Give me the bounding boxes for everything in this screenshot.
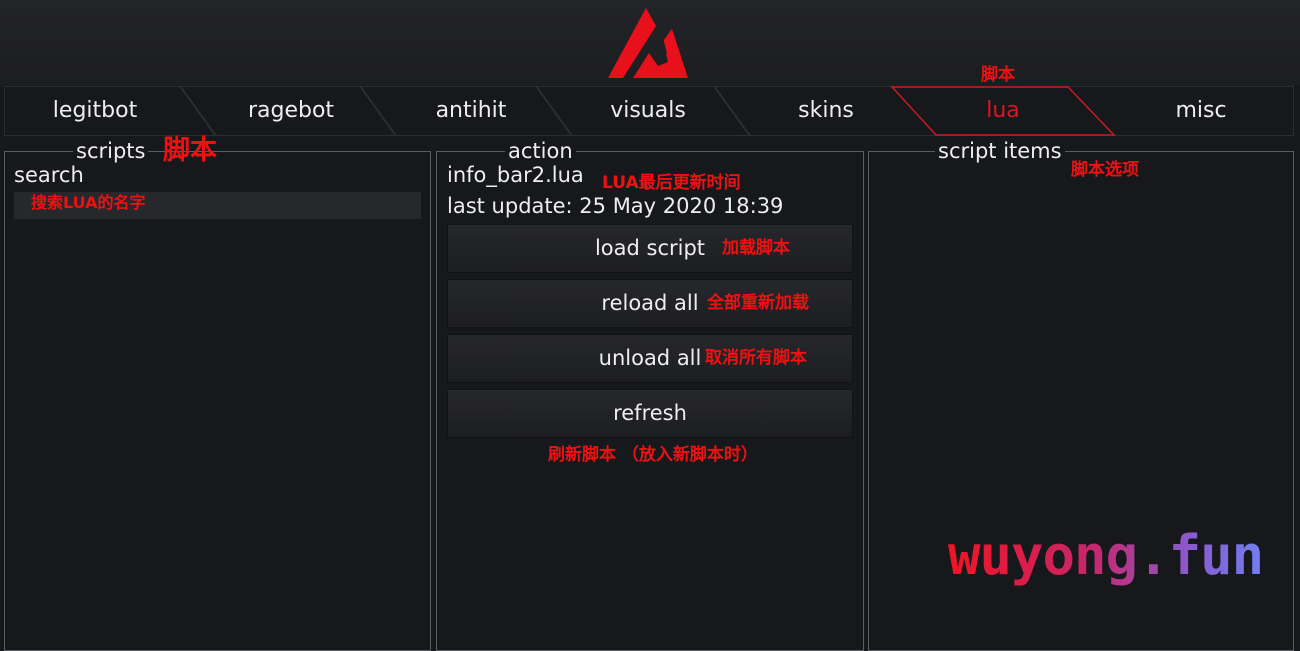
scripts-panel-title: scripts xyxy=(73,139,149,163)
search-annotation: 搜索LUA的名字 xyxy=(31,193,146,212)
tab-skins[interactable]: skins xyxy=(735,86,917,136)
tab-lua[interactable]: lua xyxy=(912,86,1094,136)
header xyxy=(0,0,1300,86)
script-items-panel-title: script items xyxy=(935,139,1065,163)
scripts-title-annotation: 脚本 xyxy=(163,135,217,166)
unload-all-label: unload all xyxy=(598,346,702,370)
tab-ragebot[interactable]: ragebot xyxy=(200,86,382,136)
tab-legitbot[interactable]: legitbot xyxy=(4,86,186,136)
action-panel: action info_bar2.lua LUA最后更新时间 last upda… xyxy=(436,139,864,651)
action-panel-title: action xyxy=(505,139,576,163)
triangle-logo-icon xyxy=(608,8,688,78)
load-script-annotation: 加载脚本 xyxy=(722,238,790,258)
refresh-label: refresh xyxy=(613,401,687,425)
reload-all-label: reload all xyxy=(601,291,699,315)
reload-all-annotation: 全部重新加载 xyxy=(707,293,809,313)
scripts-panel: scripts 脚本 search 搜索LUA的名字 xyxy=(4,135,431,651)
unload-all-annotation: 取消所有脚本 xyxy=(705,348,807,368)
unload-all-button[interactable]: unload all 取消所有脚本 xyxy=(447,334,853,383)
last-update-annotation: LUA最后更新时间 xyxy=(602,173,741,193)
tab-antihit[interactable]: antihit xyxy=(380,86,562,136)
load-script-button[interactable]: load script 加载脚本 xyxy=(447,224,853,273)
tab-visuals[interactable]: visuals xyxy=(557,86,739,136)
script-file-name: info_bar2.lua xyxy=(447,163,584,187)
lua-tab-annotation: 脚本 xyxy=(981,65,1015,85)
load-script-label: load script xyxy=(594,236,706,260)
reload-all-button[interactable]: reload all 全部重新加载 xyxy=(447,279,853,328)
refresh-button[interactable]: refresh xyxy=(447,389,853,438)
script-items-annotation: 脚本选项 xyxy=(1071,160,1139,180)
tab-misc[interactable]: misc xyxy=(1110,86,1292,136)
refresh-annotation: 刷新脚本 （放入新脚本时） xyxy=(548,445,758,465)
last-update-text: last update: 25 May 2020 18:39 xyxy=(447,194,784,218)
tab-bar: legitbot ragebot antihit visuals skins l… xyxy=(4,86,1294,136)
watermark: wuyong.fun xyxy=(948,524,1264,587)
search-label: search xyxy=(14,163,84,187)
